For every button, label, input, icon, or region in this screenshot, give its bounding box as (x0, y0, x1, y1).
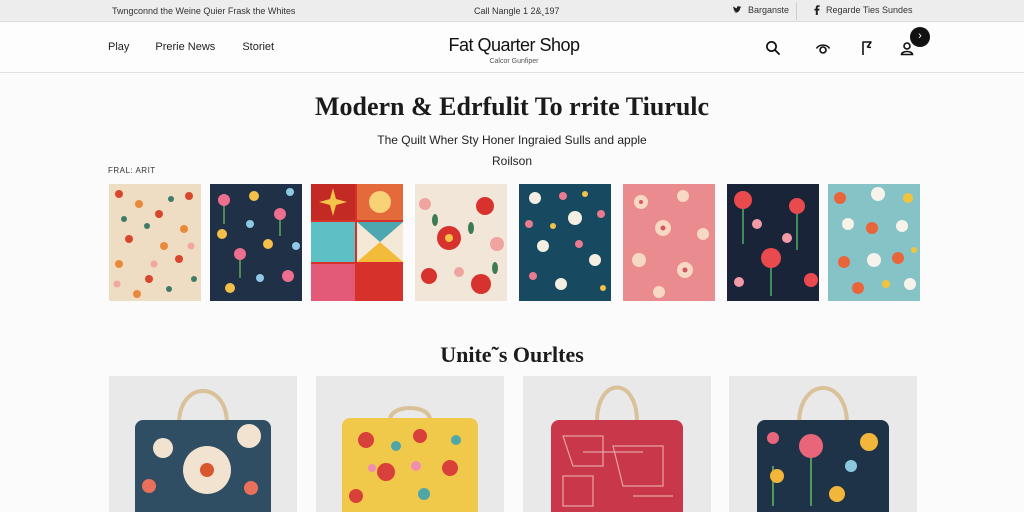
fabric-swatch-navy-garden[interactable] (210, 184, 302, 301)
product-card-red-tote[interactable] (523, 376, 711, 512)
nav-item-news[interactable]: Prerie News (155, 41, 215, 53)
twitter-icon (733, 6, 742, 13)
flag-icon[interactable] (858, 39, 876, 57)
phone-text[interactable]: Call Nangle 1 2&¸197 (474, 6, 560, 16)
eye-icon[interactable] (814, 39, 832, 57)
facebook-link[interactable]: Regarde Ties Sundes (814, 5, 913, 15)
hero-title: Modern & Edrfulit To rrite Tiurulc (314, 92, 710, 121)
twitter-label: Barganste (748, 5, 790, 15)
fabric-label: FRAL: ARIT (108, 166, 156, 175)
product-card-yellow-tote[interactable] (316, 376, 504, 512)
fabric-swatch-navy-poppy[interactable] (727, 184, 819, 301)
twitter-link[interactable]: Barganste (733, 5, 789, 15)
logo-text: Fat Quarter Shop (448, 35, 580, 55)
fabric-swatch-cream-blooms[interactable] (415, 184, 507, 301)
fabric-swatch-teal-floral[interactable] (519, 184, 611, 301)
cart-badge[interactable]: › (910, 27, 930, 47)
section-title: Unite˜s Ourltes (440, 342, 584, 367)
fabric-swatch-pink-blossom[interactable] (623, 184, 715, 301)
facebook-label: Regarde Ties Sundes (826, 5, 913, 15)
facebook-icon (814, 5, 820, 15)
logo-tagline: Calcor Gunfiper (489, 58, 539, 65)
promo-text: Twngconnd the Weine Quier Frask the Whit… (112, 6, 296, 16)
nav-item-stories[interactable]: Storiet (242, 41, 274, 53)
search-icon[interactable] (764, 39, 782, 57)
fabric-swatch-geometric[interactable] (311, 184, 403, 301)
product-card-blue-tote[interactable] (109, 376, 297, 512)
nav-item-play[interactable]: Play (108, 41, 129, 53)
announcement-bar: Twngconnd the Weine Quier Frask the Whit… (0, 0, 1024, 22)
topbar-divider (796, 2, 797, 20)
fabric-swatch-aqua-sunflower[interactable] (828, 184, 920, 301)
hero-subtitle: The Quilt Wher Sty Honer Ingraied Sulls … (377, 133, 647, 168)
main-nav: Play Prerie News Storiet (108, 41, 274, 53)
site-header: Play Prerie News Storiet Fat Quarter Sho… (0, 23, 1024, 73)
site-logo[interactable]: Fat Quarter Shop Calcor Gunfiper (444, 35, 584, 65)
fabric-swatch-cream-ditsy[interactable] (109, 184, 201, 301)
product-card-navy-tote[interactable] (729, 376, 917, 512)
